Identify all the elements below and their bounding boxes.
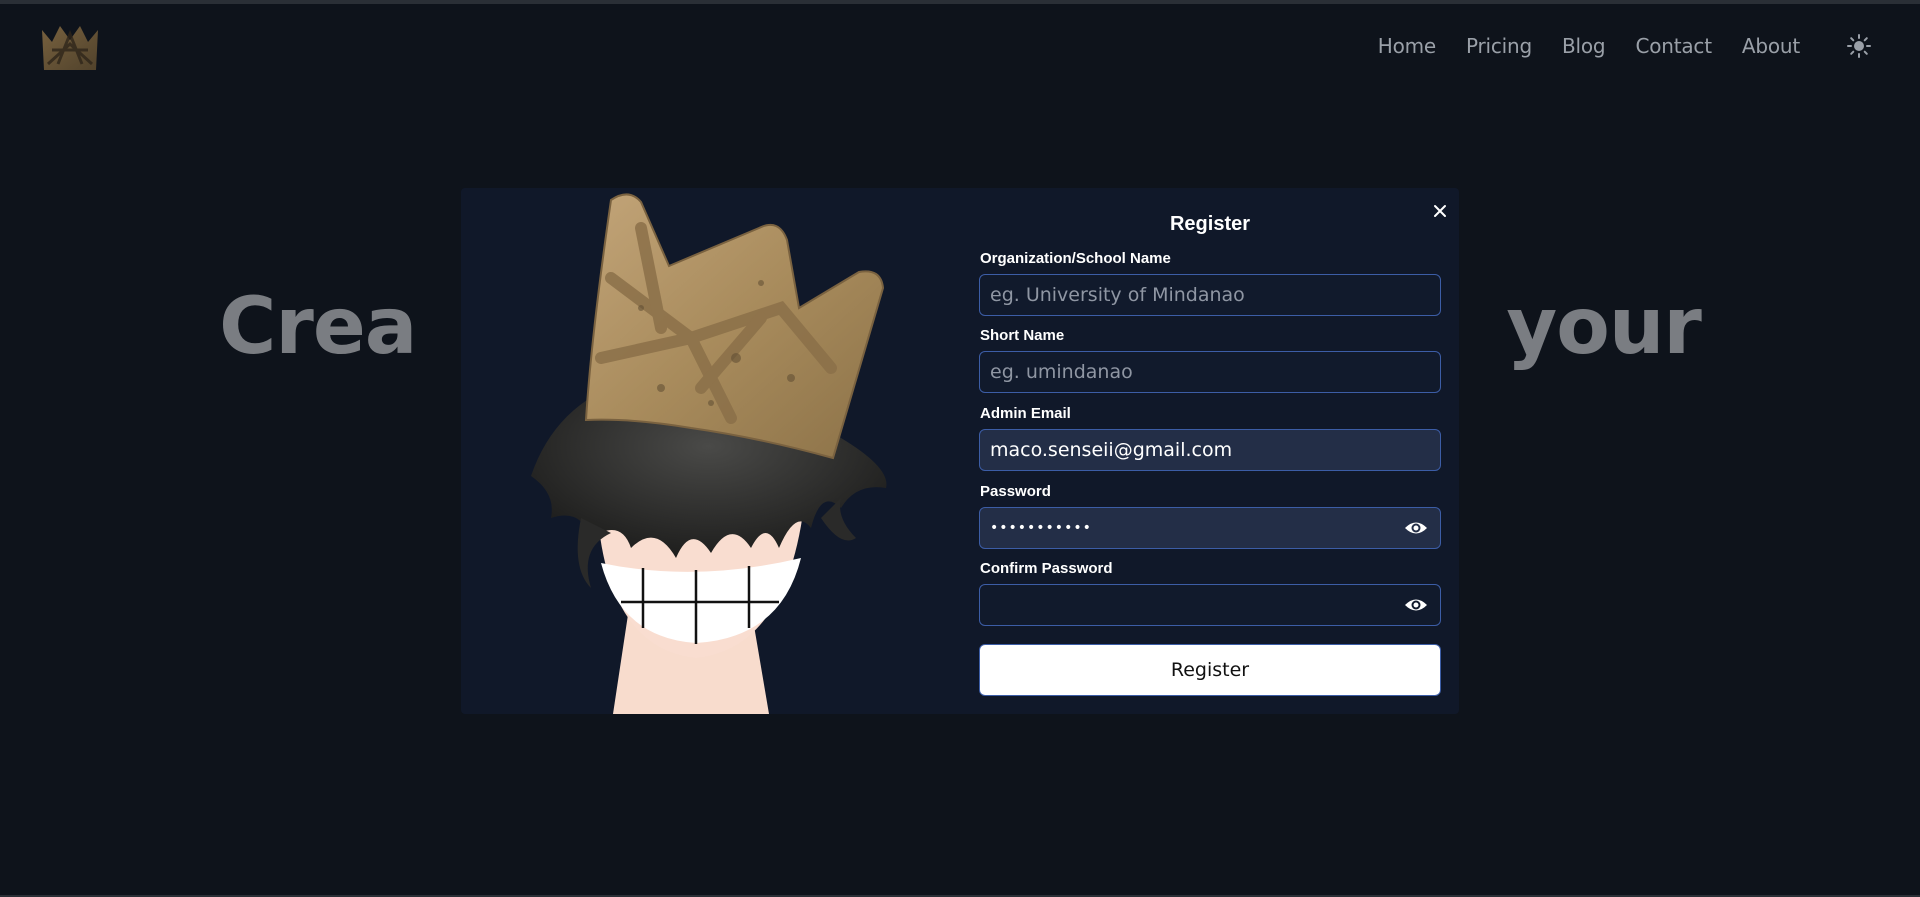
sun-icon[interactable] <box>1846 33 1872 59</box>
main-nav: Home Pricing Blog Contact About <box>1348 30 1920 62</box>
crown-logo-icon[interactable] <box>38 20 102 74</box>
eye-icon[interactable] <box>1404 517 1428 539</box>
modal-title: Register <box>1169 213 1251 235</box>
register-modal: Register Organization/School Name Short … <box>461 188 1459 714</box>
admin-email-field <box>979 429 1441 471</box>
org-name-label: Organization/School Name <box>980 250 1171 267</box>
short-name-input[interactable] <box>980 352 1440 392</box>
nav-contact[interactable]: Contact <box>1635 34 1712 58</box>
admin-email-input[interactable] <box>980 430 1440 470</box>
hero-heading-right: your <box>1506 282 1701 372</box>
hero-heading-left: Crea <box>219 282 417 372</box>
confirm-password-label: Confirm Password <box>980 560 1113 577</box>
password-field <box>979 507 1441 549</box>
nav-pricing[interactable]: Pricing <box>1466 34 1532 58</box>
admin-email-label: Admin Email <box>980 405 1071 422</box>
nav-home[interactable]: Home <box>1378 34 1436 58</box>
confirm-password-field <box>979 584 1441 626</box>
top-rule <box>0 0 1920 4</box>
org-name-field <box>979 274 1441 316</box>
confirm-password-input[interactable] <box>980 585 1440 625</box>
nav-about[interactable]: About <box>1742 34 1800 58</box>
eye-icon[interactable] <box>1404 594 1428 616</box>
org-name-input[interactable] <box>980 275 1440 315</box>
register-button[interactable]: Register <box>979 644 1441 696</box>
nav-blog[interactable]: Blog <box>1562 34 1606 58</box>
crowned-character-illustration <box>461 188 961 714</box>
password-label: Password <box>980 483 1051 500</box>
short-name-label: Short Name <box>980 327 1065 344</box>
short-name-field <box>979 351 1441 393</box>
register-form: Register Organization/School Name Short … <box>979 188 1441 696</box>
password-input[interactable] <box>980 508 1440 548</box>
